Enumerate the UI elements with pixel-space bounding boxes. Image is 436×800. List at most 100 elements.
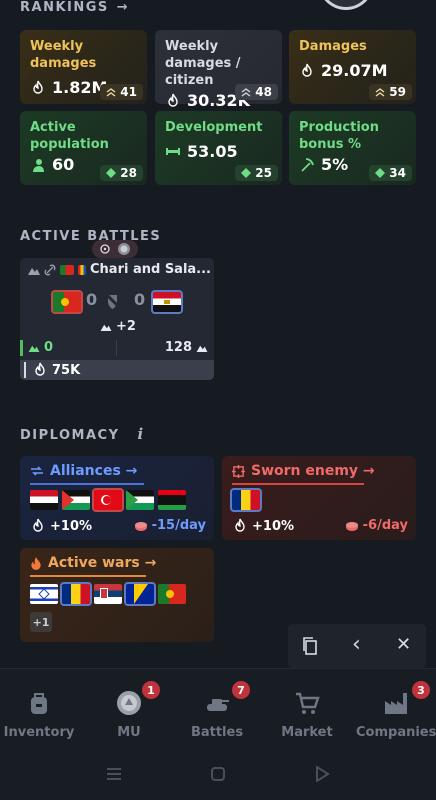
copy-icon[interactable] [302,637,318,655]
companies-badge: 3 [412,681,430,699]
active-wars-underline [30,575,146,577]
battle-header: Chari and Sala... [28,262,211,277]
recent-apps-icon[interactable] [106,767,122,781]
attacker-score: 0 [86,290,98,309]
damage-icon [168,93,178,107]
active-wars-flags [30,582,186,606]
mountain-icon [100,324,112,331]
sworn-enemy-card[interactable]: Sworn enemy → +10% -6/day [222,456,416,540]
diamond-icon [375,168,386,178]
coin-icon [345,521,358,531]
coin-icon [134,521,147,531]
rankings-title-text: RANKINGS [20,0,109,15]
rankings-arrow-icon: → [116,0,130,15]
home-icon[interactable] [210,766,226,782]
extra-count: +2 [116,319,136,334]
ranking-value: 29.07M [299,61,406,80]
tank-icon [207,699,229,711]
nav-battles[interactable]: Battles [178,669,256,740]
left-count: 0 [28,340,53,355]
flag-turkey[interactable] [92,488,124,512]
flag-libya[interactable] [158,490,186,510]
sworn-enemy-underline [232,483,364,485]
left-count-value: 0 [44,340,54,355]
back-triangle-icon[interactable] [314,766,330,782]
ranking-label: Development [165,120,263,135]
rank-badge: 41 [100,84,143,100]
active-battles-title: ACTIVE BATTLES [20,229,162,244]
nav-mu[interactable]: MU [90,669,168,740]
mountain-icon [28,345,40,352]
ranking-card-weekly-damages-citizen[interactable]: Weekly damages / citizen 30.32K 48 [155,30,282,110]
alliances-card[interactable]: Alliances → +10% -15/day [20,456,214,540]
ranking-value-text: 60 [52,155,75,174]
alliance-flags [30,488,186,512]
diamond-icon [241,168,252,178]
sworn-enemy-title: Sworn enemy → [251,463,375,479]
nav-label: MU [117,725,141,740]
divider [116,340,117,356]
shield-cancel-icon [104,293,124,311]
flag-sudan[interactable] [126,490,154,510]
active-wars-link[interactable]: Active wars → [30,555,156,571]
flag-palestine[interactable] [62,490,90,510]
ranking-card-production-bonus[interactable]: Production bonus % 5% 34 [289,111,416,185]
ranking-card-development[interactable]: Development 53.05 25 [155,111,282,185]
target-icon [100,244,110,254]
factory-icon [385,693,407,714]
more-wars-button[interactable]: +1 [30,612,52,632]
ranking-value-text: 53.05 [187,142,238,161]
battle-name: Chari and Sala... [90,262,211,277]
flag-portugal[interactable] [158,584,186,604]
ranking-card-weekly-damages[interactable]: Weekly damages 1.82M 41 [20,30,147,104]
mu-badge: 1 [142,681,160,699]
nav-market[interactable]: Market [268,669,346,740]
sworn-enemy-cost-value: -6/day [362,518,408,533]
alliances-underline [30,483,144,485]
system-nav-bar [0,752,436,800]
close-button[interactable]: ✕ [396,634,411,655]
flag-serbia[interactable] [94,584,122,604]
nav-companies[interactable]: Companies [356,669,436,740]
mu-emblem-icon [117,691,141,715]
flag-romania[interactable] [230,488,262,512]
nav-inventory[interactable]: Inventory [0,669,78,740]
diplomacy-title: DIPLOMACY i [20,425,145,443]
rank-value: 25 [255,166,272,180]
ranking-card-active-population[interactable]: Active population 60 28 [20,111,147,185]
alliances-cost-value: -15/day [151,518,206,533]
alliances-link[interactable]: Alliances → [30,463,137,479]
info-icon[interactable]: i [138,425,145,443]
left-progress-marker [20,340,23,356]
alliances-bonus-value: +10% [50,518,93,534]
right-count: 128 [165,340,208,355]
sworn-enemy-link[interactable]: Sworn enemy → [232,463,375,479]
battle-damage-value: 75K [52,362,81,378]
pickaxe-icon [301,157,314,172]
flag-iraq[interactable] [30,490,58,510]
rank-badge: 28 [100,165,143,181]
damage-icon [302,63,312,77]
battle-card[interactable]: Chari and Sala... 0 0 +2 0 128 75K [20,258,214,380]
diplomacy-title-text: DIPLOMACY [20,428,120,443]
active-wars-card[interactable]: Active wars → +1 [20,548,214,642]
crosshair-icon [232,464,245,478]
ranking-card-damages[interactable]: Damages 29.07M 59 [289,30,416,104]
ranking-label: Weekly damages [30,39,97,71]
flag-bosnia[interactable] [124,582,156,606]
rank-chevron-icon [241,88,251,97]
nav-label: Market [281,725,333,740]
profile-avatar-edge[interactable] [318,0,374,10]
damage-icon [33,80,43,94]
flag-israel[interactable] [30,584,58,604]
nav-label: Companies [356,725,436,740]
rankings-title[interactable]: RANKINGS → [20,0,129,15]
alliances-bonus: +10% [30,518,92,534]
battles-badge: 7 [232,681,250,699]
flag-romania[interactable] [60,582,92,606]
fire-icon [31,556,41,570]
mu-emblem-icon [118,243,130,255]
back-button[interactable]: ‹ [352,632,361,657]
rank-value: 28 [120,166,137,180]
rank-chevron-icon [375,88,385,97]
